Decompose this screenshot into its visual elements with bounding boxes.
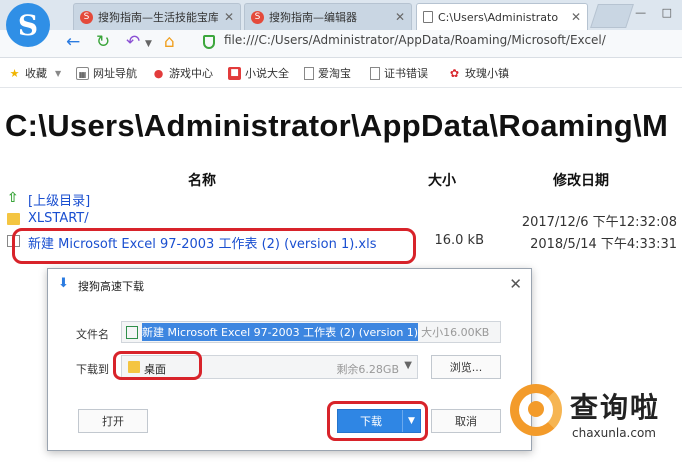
folder-icon — [7, 213, 20, 225]
bookmark-favorites[interactable]: ★ 收藏 ▼ — [8, 65, 62, 81]
refresh-icon[interactable]: ↻ — [96, 31, 110, 53]
tab-label: 搜狗指南—生活技能宝库 — [98, 11, 218, 24]
watermark-brand: 查询啦 — [570, 391, 661, 424]
page-icon — [370, 66, 380, 80]
watermark: 查询啦 chaxunla.com — [510, 384, 680, 450]
shield-icon — [203, 35, 215, 49]
home-icon[interactable]: ⌂ — [164, 31, 175, 53]
tab-label: 搜狗指南—编辑器 — [269, 11, 357, 24]
open-button[interactable]: 打开 — [78, 409, 148, 433]
table-row: ⇧ [上级目录] — [0, 190, 682, 212]
page-title: C:\Users\Administrator\AppData\Roaming\M — [5, 108, 669, 143]
free-space: 剩余6.28GB — [336, 363, 399, 376]
sogou-tab-icon: S — [80, 10, 93, 24]
folder-link[interactable]: XLSTART/ — [28, 211, 89, 226]
new-tab-button[interactable] — [590, 4, 634, 28]
parent-directory-link[interactable]: [上级目录] — [28, 190, 90, 209]
bookmark-cert-error[interactable]: 证书错误 — [370, 65, 428, 81]
tab-sogou-editor[interactable]: S 搜狗指南—编辑器 ✕ — [244, 3, 412, 30]
modified-date: 2017/12/6 下午12:32:08 — [521, 215, 677, 230]
close-icon[interactable]: ✕ — [509, 275, 522, 293]
excel-file-icon — [126, 325, 138, 339]
star-icon: ★ — [9, 66, 20, 80]
bookmark-nav[interactable]: ▦ 网址导航 — [76, 65, 137, 81]
filename-selected-text[interactable]: 新建 Microsoft Excel 97-2003 工作表 (2) (vers… — [142, 323, 419, 341]
back-arrow-icon[interactable]: ← — [66, 31, 80, 53]
tab-local-folder[interactable]: C:\Users\Administrato ✕ — [416, 3, 588, 30]
dialog-title: 搜狗高速下载 — [78, 280, 144, 293]
bookmark-novels[interactable]: ■ 小说大全 — [228, 65, 289, 81]
bookmark-taobao[interactable]: 爱淘宝 — [304, 65, 351, 81]
sogou-tab-icon: S — [251, 10, 264, 24]
nav-icon: ▦ — [76, 66, 89, 80]
close-icon[interactable]: ✕ — [395, 10, 405, 24]
file-size: 16.0 kB — [434, 233, 484, 248]
cancel-button[interactable]: 取消 — [431, 409, 501, 433]
annotation-highlight — [12, 228, 416, 264]
tab-label: C:\Users\Administrato — [438, 10, 559, 24]
download-icon: ⬇ — [58, 276, 69, 291]
watermark-url: chaxunla.com — [572, 426, 656, 440]
game-icon: ● — [153, 66, 164, 80]
annotation-highlight — [327, 401, 428, 441]
chevron-down-icon[interactable]: ▼ — [404, 360, 412, 371]
filename-label: 文件名 — [76, 328, 109, 341]
undo-icon[interactable]: ↶ — [126, 31, 140, 53]
page-icon — [304, 66, 314, 80]
dialog-header: ⬇ 搜狗高速下载 ✕ — [48, 269, 531, 299]
document-tab-icon — [423, 11, 433, 23]
tab-sogou-guide[interactable]: S 搜狗指南—生活技能宝库 ✕ — [73, 3, 241, 30]
window-controls[interactable]: — □ — [635, 6, 678, 19]
column-header-name[interactable]: 名称 — [188, 170, 216, 190]
address-bar[interactable]: file:///C:/Users/Administrator/AppData/R… — [224, 33, 606, 47]
bookmark-rose-town[interactable]: ✿ 玫瑰小镇 — [448, 65, 509, 81]
sogou-logo-icon[interactable]: S — [6, 3, 50, 47]
rose-icon: ✿ — [449, 66, 460, 80]
chevron-down-icon: ▼ — [55, 68, 62, 78]
bookmark-games[interactable]: ● 游戏中心 — [152, 65, 213, 81]
column-header-date[interactable]: 修改日期 — [553, 170, 609, 190]
brand-logo-dot — [528, 401, 544, 417]
close-icon[interactable]: ✕ — [224, 10, 234, 24]
up-folder-icon: ⇧ — [7, 190, 19, 206]
column-header-size[interactable]: 大小 — [428, 170, 456, 190]
saveto-label: 下载到 — [76, 363, 109, 376]
modified-date: 2018/5/14 下午4:33:31 — [530, 237, 677, 252]
bookmarks-bar: ★ 收藏 ▼ ▦ 网址导航 ● 游戏中心 ■ 小说大全 爱淘宝 证书错误 ✿ 玫… — [0, 58, 682, 88]
tab-strip: S S 搜狗指南—生活技能宝库 ✕ S 搜狗指南—编辑器 ✕ C:\Users\… — [0, 0, 682, 47]
filename-field[interactable]: 新建 Microsoft Excel 97-2003 工作表 (2) (vers… — [121, 321, 501, 343]
browse-button[interactable]: 浏览... — [431, 355, 501, 379]
file-size-hint: 大小16.00KB — [421, 326, 490, 339]
annotation-highlight — [113, 351, 202, 380]
close-icon[interactable]: ✕ — [571, 10, 581, 24]
chevron-down-icon[interactable]: ▼ — [145, 33, 152, 55]
book-icon: ■ — [228, 66, 241, 80]
